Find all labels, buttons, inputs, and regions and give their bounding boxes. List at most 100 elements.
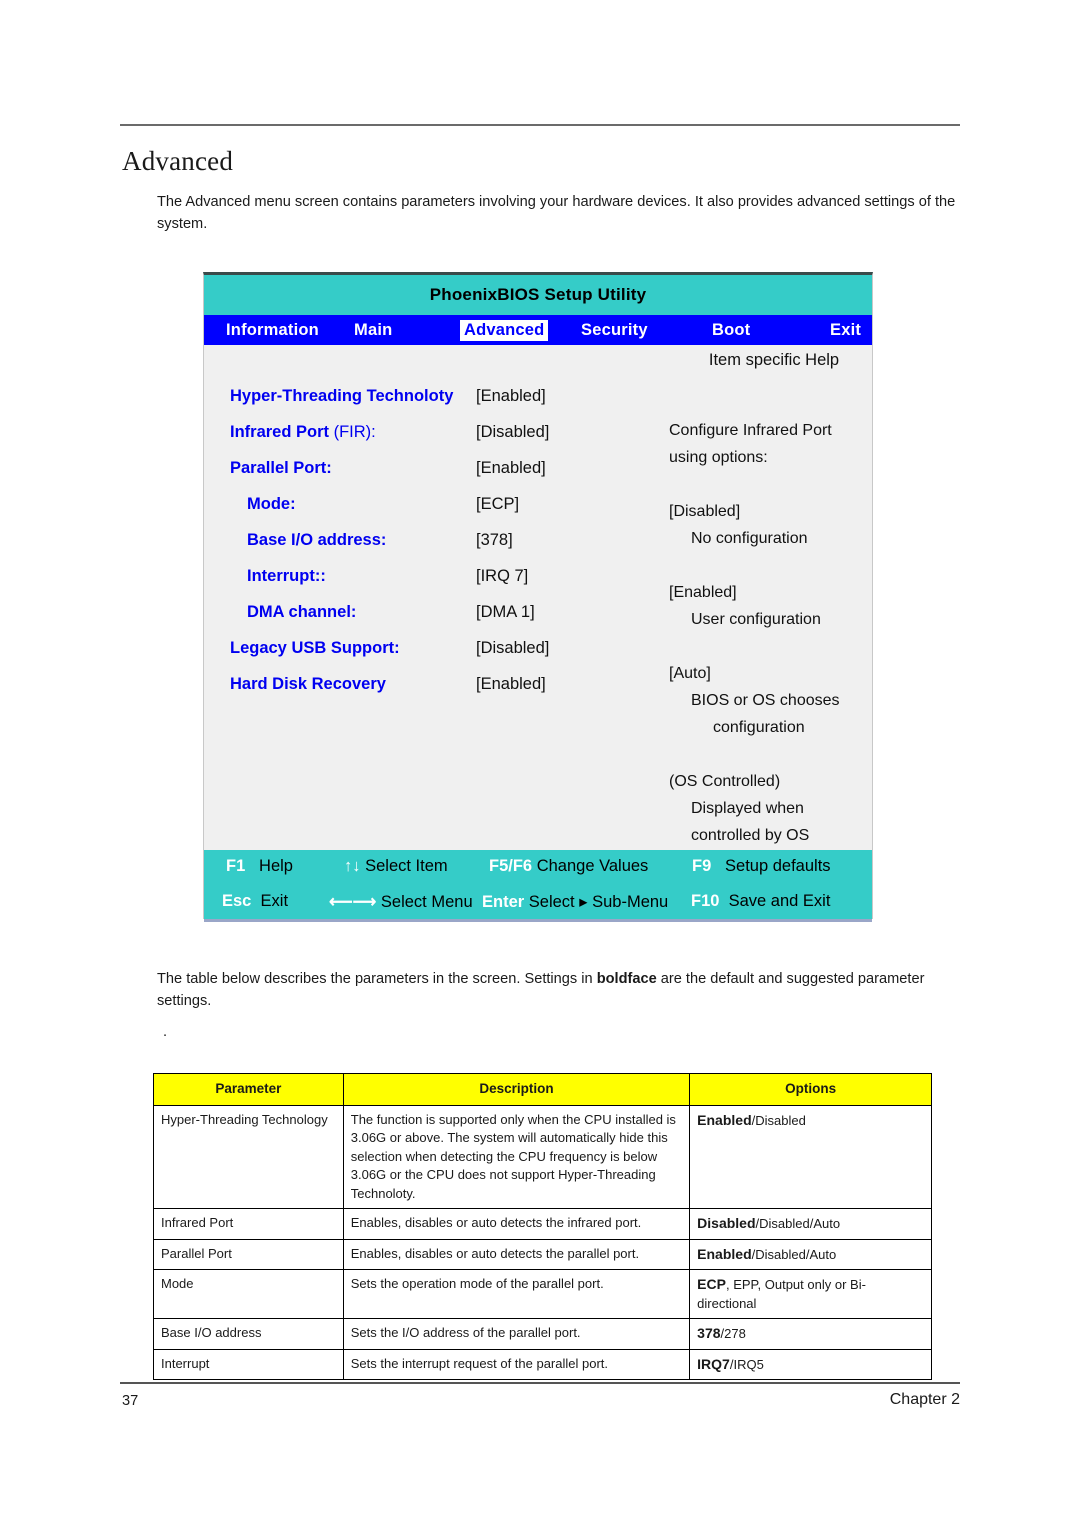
stray-punctuation: . (163, 1024, 168, 1040)
cell-description: Sets the operation mode of the parallel … (342, 1269, 691, 1319)
fk-f10[interactable]: F10 Save and Exit (691, 892, 830, 911)
cell-parameter: Interrupt (153, 1348, 344, 1380)
chapter-label: Chapter 2 (889, 1391, 960, 1408)
setting-value-parallel-port[interactable]: [Enabled] (476, 459, 546, 478)
cell-description: Enables, disables or auto detects the pa… (342, 1238, 691, 1270)
table-header-description: Description (342, 1073, 691, 1106)
cell-parameter: Hyper-Threading Technology (153, 1104, 344, 1209)
setting-row-hard-disk-recovery[interactable]: Hard Disk Recovery [Enabled] (204, 675, 674, 711)
setting-value-hyper-threading[interactable]: [Enabled] (476, 387, 546, 406)
table-row: Base I/O address Sets the I/O address of… (153, 1318, 932, 1350)
fk-esc[interactable]: Esc Exit (222, 892, 288, 911)
setting-label-hyper-threading: Hyper-Threading Technoloty (230, 387, 454, 405)
bios-menu-information[interactable]: Information (226, 321, 319, 340)
document-page: Advanced The Advanced menu screen contai… (0, 0, 1080, 1528)
setting-value-legacy-usb-support[interactable]: [Disabled] (476, 639, 549, 658)
bios-function-key-row-2: Esc Exit ⟵⟶ Select Menu Enter Select ▸ S… (204, 885, 872, 921)
help-line-user-configuration: User configuration (691, 611, 821, 628)
fk-enter[interactable]: Enter Select ▸ Sub-Menu (482, 892, 668, 912)
setting-row-legacy-usb-support[interactable]: Legacy USB Support: [Disabled] (204, 639, 674, 675)
setting-value-interrupt[interactable]: [IRQ 7] (476, 567, 528, 586)
cell-options: Enabled/Disabled/Auto (689, 1238, 932, 1270)
table-row: Parallel Port Enables, disables or auto … (153, 1238, 932, 1270)
setting-row-base-io-address[interactable]: Base I/O address: [378] (204, 531, 674, 567)
cell-description: Sets the interrupt request of the parall… (342, 1348, 691, 1380)
cell-description: The function is supported only when the … (342, 1104, 691, 1209)
bios-menu-main[interactable]: Main (354, 321, 392, 340)
setting-row-interrupt[interactable]: Interrupt:: [IRQ 7] (204, 567, 674, 603)
help-line-displayed-when: Displayed when (691, 800, 804, 817)
fk-f5-f6[interactable]: F5/F6 Change Values (489, 857, 648, 876)
setting-label-base-io-address: Base I/O address: (247, 531, 387, 549)
help-line-controlled-by-os: controlled by OS (691, 827, 810, 844)
setting-row-parallel-port[interactable]: Parallel Port: [Enabled] (204, 459, 674, 495)
bios-title-bar: PhoenixBIOS Setup Utility (204, 275, 872, 315)
cell-description: Enables, disables or auto detects the in… (342, 1208, 691, 1240)
setting-row-dma-channel[interactable]: DMA channel: [DMA 1] (204, 603, 674, 639)
setting-value-mode[interactable]: [ECP] (476, 495, 519, 514)
setting-label-mode: Mode: (247, 495, 296, 513)
bios-menu-security[interactable]: Security (581, 321, 648, 340)
fk-f1[interactable]: F1 Help (226, 857, 293, 876)
bios-settings-list: Hyper-Threading Technoloty [Enabled] Inf… (204, 387, 674, 711)
setting-label-legacy-usb-support: Legacy USB Support: (230, 639, 400, 657)
fk-f9[interactable]: F9 Setup defaults (692, 857, 831, 876)
footer-divider (120, 1382, 960, 1384)
table-header-row: Parameter Description Options (153, 1073, 932, 1106)
bios-menu-boot[interactable]: Boot (712, 321, 750, 340)
cell-description: Sets the I/O address of the parallel por… (342, 1318, 691, 1350)
cell-parameter: Parallel Port (153, 1238, 344, 1270)
setting-value-base-io-address[interactable]: [378] (476, 531, 513, 550)
help-line-no-configuration: No configuration (691, 530, 808, 547)
page-number: 37 (122, 1393, 139, 1409)
table-header-options: Options (689, 1073, 932, 1106)
help-spacer (669, 633, 874, 660)
cell-parameter: Base I/O address (153, 1318, 344, 1350)
table-row: Infrared Port Enables, disables or auto … (153, 1208, 932, 1240)
cell-options: ECP, EPP, Output only or Bi-directional (689, 1269, 932, 1319)
bios-body: Item specific Help Hyper-Threading Techn… (204, 345, 872, 850)
help-line-enabled: [Enabled] (669, 584, 737, 601)
cell-parameter: Mode (153, 1269, 344, 1319)
help-line-bios-or-os: BIOS or OS chooses (691, 692, 840, 709)
setting-label-hard-disk-recovery: Hard Disk Recovery (230, 675, 386, 693)
setting-row-mode[interactable]: Mode: [ECP] (204, 495, 674, 531)
help-spacer (669, 471, 874, 498)
fk-select-menu[interactable]: ⟵⟶ Select Menu (329, 892, 473, 912)
page-title: Advanced (122, 146, 234, 176)
setting-label-interrupt: Interrupt:: (247, 567, 326, 585)
cell-options: IRQ7/IRQ5 (689, 1348, 932, 1380)
help-line-os-controlled: (OS Controlled) (669, 773, 781, 790)
table-row: Mode Sets the operation mode of the para… (153, 1269, 932, 1319)
table-header-parameter: Parameter (153, 1073, 344, 1106)
intro-paragraph: The Advanced menu screen contains parame… (157, 194, 956, 232)
setting-row-hyper-threading[interactable]: Hyper-Threading Technoloty [Enabled] (204, 387, 674, 423)
setting-value-hard-disk-recovery[interactable]: [Enabled] (476, 675, 546, 694)
table-row: Hyper-Threading Technology The function … (153, 1104, 932, 1209)
help-line-configuration: configuration (713, 719, 805, 736)
cell-options: Enabled/Disabled (689, 1104, 932, 1209)
bios-function-key-bar: F1 Help ↑↓ Select Item F5/F6 Change Valu… (204, 850, 872, 922)
setting-label-parallel-port: Parallel Port: (230, 459, 332, 477)
cell-options: Disabled/Disabled/Auto (689, 1208, 932, 1240)
help-spacer (669, 741, 874, 768)
fk-select-item[interactable]: ↑↓ Select Item (344, 857, 448, 876)
setting-row-infrared-port[interactable]: Infrared Port (FIR): [Disabled] (204, 423, 674, 459)
bios-menu-advanced[interactable]: Advanced (458, 318, 550, 342)
bios-menu-bar: Information Main Advanced Security Boot … (204, 315, 872, 345)
item-specific-help-panel: Configure Infrared Port using options: [… (669, 417, 874, 849)
help-line-configure: Configure Infrared Port (669, 422, 832, 439)
setting-label-dma-channel: DMA channel: (247, 603, 357, 621)
setting-label-infrared-port: Infrared Port (FIR): (230, 423, 376, 441)
table-intro-paragraph: The table below describes the parameters… (157, 971, 925, 1009)
setting-value-dma-channel[interactable]: [DMA 1] (476, 603, 535, 622)
table-row: Interrupt Sets the interrupt request of … (153, 1348, 932, 1380)
bios-setup-screenshot: PhoenixBIOS Setup Utility Information Ma… (203, 272, 873, 922)
setting-value-infrared-port[interactable]: [Disabled] (476, 423, 549, 442)
help-line-auto: [Auto] (669, 665, 711, 682)
bios-menu-exit[interactable]: Exit (830, 321, 861, 340)
cell-options: 378/278 (689, 1318, 932, 1350)
item-specific-help-title: Item specific Help (708, 351, 840, 369)
bios-function-key-row-1: F1 Help ↑↓ Select Item F5/F6 Change Valu… (204, 850, 872, 886)
help-line-using-options: using options: (669, 449, 768, 466)
